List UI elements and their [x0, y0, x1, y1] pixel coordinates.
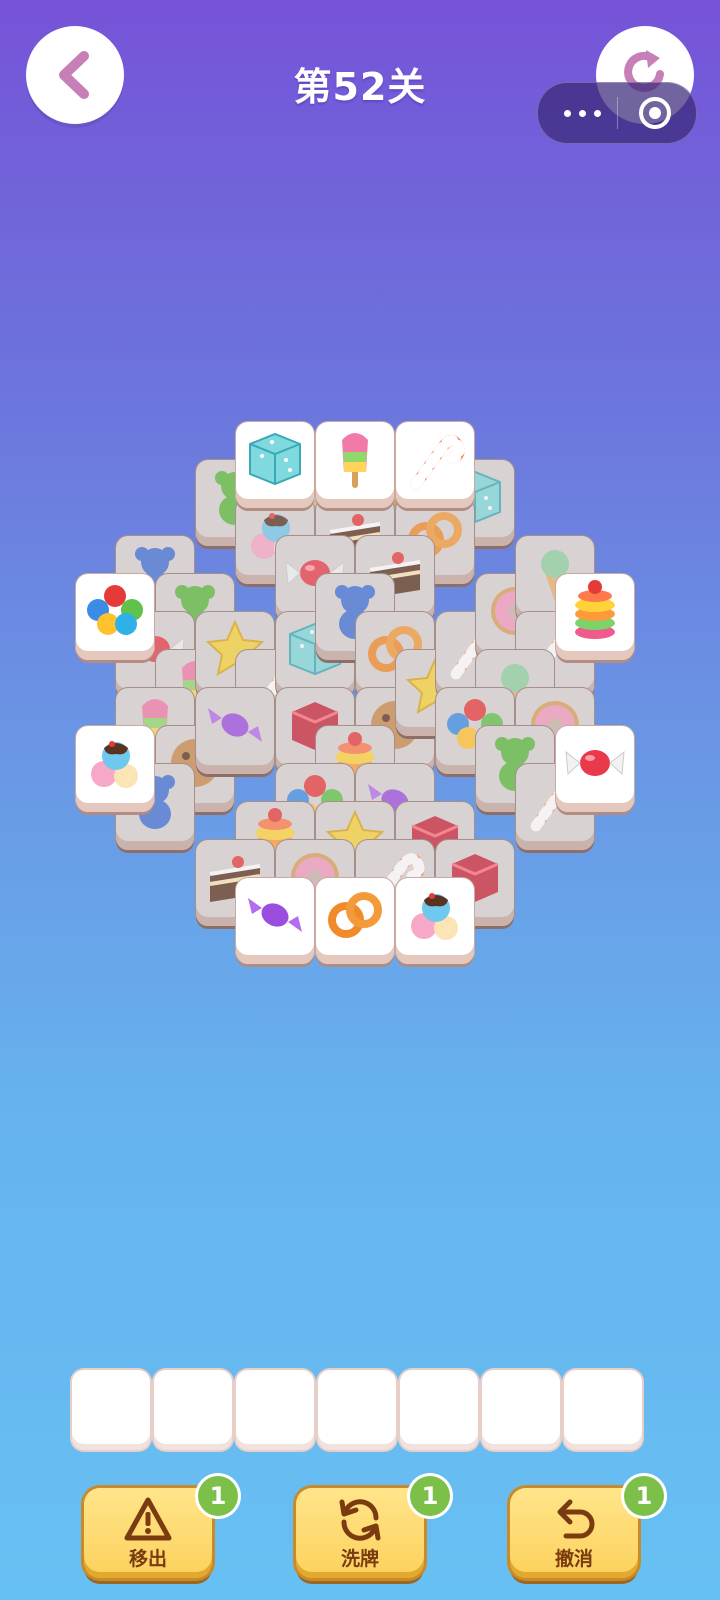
close-mini-program-icon[interactable] — [638, 96, 672, 130]
tray-slot — [154, 1370, 232, 1450]
tray-slot — [400, 1370, 478, 1450]
tile-wrapped-candy[interactable] — [556, 726, 634, 812]
tray-slot — [236, 1370, 314, 1450]
capsule-divider — [617, 97, 618, 129]
undo-count-badge: 1 — [624, 1476, 664, 1516]
tile-sugar-cube[interactable] — [236, 422, 314, 508]
shuffle-tool-button[interactable]: 洗牌 1 — [296, 1476, 450, 1578]
shuffle-count-badge: 1 — [410, 1476, 450, 1516]
undo-tool-button[interactable]: 撤消 1 — [510, 1476, 664, 1578]
tile-ice-cream-scoops[interactable] — [76, 726, 154, 812]
tile-ice-cream-scoops[interactable] — [396, 878, 474, 964]
shuffle-icon — [339, 1499, 381, 1541]
remove-tool-label: 移出 — [128, 1548, 167, 1570]
undo-icon — [557, 1499, 595, 1539]
tile-covered-purple-candy — [196, 688, 274, 774]
tile-purple-candy[interactable] — [236, 878, 314, 964]
warning-icon — [124, 1497, 172, 1541]
remove-count-badge: 1 — [198, 1476, 238, 1516]
more-menu-button[interactable] — [558, 83, 614, 143]
tray-slot — [564, 1370, 642, 1450]
shuffle-tool-label: 洗牌 — [340, 1548, 379, 1570]
mini-program-capsule — [537, 82, 697, 144]
tray-slot — [318, 1370, 396, 1450]
tile-pretzel-ring[interactable] — [316, 878, 394, 964]
tray-slot — [482, 1370, 560, 1450]
undo-tool-label: 撤消 — [554, 1548, 593, 1570]
tile-tray — [72, 1370, 648, 1456]
tile-popsicle[interactable] — [316, 422, 394, 508]
tile-macaron-stack[interactable] — [556, 574, 634, 660]
tray-slot — [72, 1370, 150, 1450]
tile-candy-cane[interactable] — [396, 422, 474, 508]
remove-tool-button[interactable]: 移出 1 — [84, 1476, 238, 1578]
tile-gumballs[interactable] — [76, 574, 154, 660]
